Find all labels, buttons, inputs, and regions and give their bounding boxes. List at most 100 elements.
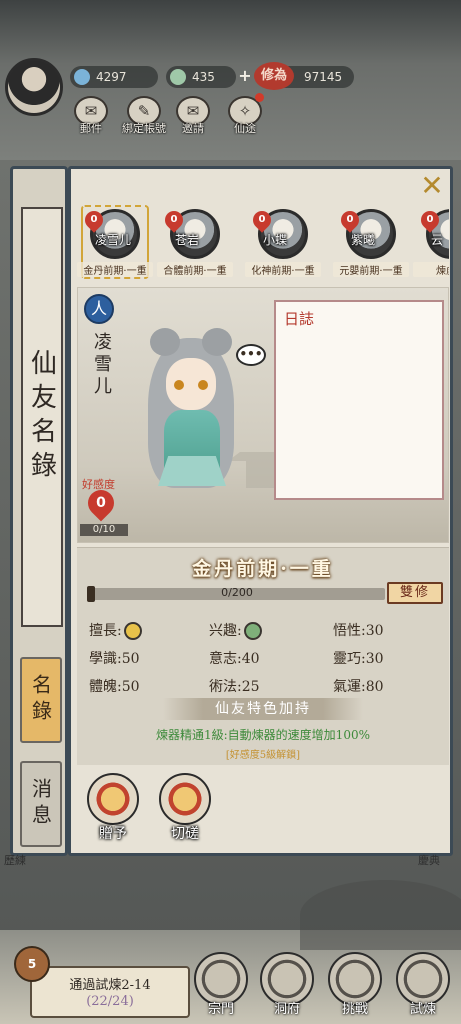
nav-cave-label: 洞府 [273,1002,300,1017]
stat-label: 兴趣: [209,623,242,639]
quest-tracker[interactable]: 通過試煉2-14 (22/24) [30,966,190,1018]
side-panel: 仙友名錄 名錄 消息 [10,166,68,856]
friend-realm: 元嬰前期·一重 [333,262,409,277]
quest-progress: (22/24) [86,994,134,1009]
cultivation-value: 97145 [304,70,343,84]
invite-label: 邀請 [182,122,204,135]
feature-lock-note: [好感度5級解鎖] [225,750,301,761]
nav-sect[interactable]: 宗門 [192,952,250,1022]
nav-challenge[interactable]: 挑戰 [326,952,384,1022]
player-avatar[interactable] [5,58,63,116]
stat-value: 40 [241,651,260,667]
character-name: 凌雪儿 [91,332,112,398]
experience-label[interactable]: 歷練 [4,852,26,868]
friend-item[interactable]: 0 小蝶 化神前期·一重 [245,207,321,281]
heart-icon: 0 [337,207,363,233]
friend-name: 云 [431,233,444,247]
heart-icon: 0 [161,207,187,233]
festival-label[interactable]: 慶典 [418,852,440,868]
friend-favor: 0 [426,214,434,225]
stat-value: 50 [121,679,140,695]
nav-cave[interactable]: 洞府 [258,952,316,1022]
quest-level: 5 [27,957,37,971]
stat-knowledge: 學識:50 [89,648,140,668]
stat-value: 25 [241,679,260,695]
spirit-stone-value: 4297 [96,70,127,84]
friend-favor: 0 [258,214,266,225]
favor-heart-icon: 0 [82,484,120,522]
friend-favor: 0 [90,214,98,225]
nav-sect-label: 宗門 [207,1002,234,1017]
stat-value: 80 [365,679,384,695]
specialty-icon[interactable] [123,622,142,640]
info-panel: 金丹前期·一重 0/200 雙修 擅長: 兴趣: 悟性:30 學識:50 意志:… [77,547,449,765]
notification-dot [255,93,264,102]
quest-title: 通過試煉2-14 [69,978,151,993]
friend-item[interactable]: 0 云 煉虛前 [413,207,449,281]
friend-realm: 金丹前期·一重 [77,262,153,277]
dual-cultivation-button[interactable]: 雙修 [387,582,443,604]
heart-icon: 0 [81,207,107,233]
character-stage: 人 凌雪儿 ••• 好感度 0 0/10 日誌 [77,287,449,543]
cultivation-badge: 修為 [254,62,294,90]
friend-favor: 0 [170,214,178,225]
nav-trial-label: 試煉 [409,1002,436,1017]
path-label: 仙途 [234,122,256,135]
race-badge: 人 [84,294,114,324]
stat-label: 意志: [209,651,242,667]
tab-messages[interactable]: 消息 [20,761,62,847]
character-hair [150,328,180,356]
stat-label: 體魄: [89,679,122,695]
diary-panel: 日誌 [274,300,444,500]
friend-item[interactable]: 0 苍岩 合體前期·一重 [157,207,233,281]
spirit-stone-counter: 4297 [70,66,158,88]
bind-account-label: 綁定帳號 [122,122,166,135]
panel-title: 仙友名錄 [21,207,63,627]
bind-account-button[interactable]: ✎ 綁定帳號 [120,96,168,136]
stat-specialty: 擅長: [89,620,142,640]
friend-realm: 煉虛前 [413,262,449,277]
spirit-stone-icon [74,69,90,85]
character-eye [174,380,184,390]
chat-bubble-icon[interactable]: ••• [236,344,266,366]
stat-dexterity: 靈巧:30 [333,648,384,668]
friend-name: 苍岩 [175,233,200,247]
stat-willpower: 意志:40 [209,648,260,668]
spar-button[interactable]: 切磋 [157,773,213,842]
diary-title: 日誌 [284,310,315,328]
favor-progress: 0/10 [80,524,128,536]
spar-label: 切磋 [171,826,199,842]
jade-icon [170,69,186,85]
mail-button[interactable]: ✉ 郵件 [72,96,110,136]
stat-value: 30 [365,623,384,639]
interest-icon[interactable] [243,622,262,640]
stat-interest: 兴趣: [209,620,262,640]
close-button[interactable]: ✕ [417,171,447,201]
stat-value: 50 [121,651,140,667]
stat-luck: 氣運:80 [333,676,384,696]
favor-value: 0 [96,495,106,511]
friend-item[interactable]: 0 凌雪儿 金丹前期·一重 [77,205,153,281]
friend-name: 凌雪儿 [95,233,132,247]
progress-text: 0/200 [221,586,253,599]
tab-directory[interactable]: 名錄 [20,657,62,743]
heart-icon: 0 [417,207,443,233]
stat-label: 術法: [209,679,242,695]
path-button[interactable]: ✧ 仙途 [226,96,264,136]
realm-title: 金丹前期·一重 [192,558,334,580]
character-skirt [158,456,226,486]
tab-directory-label: 名錄 [28,674,53,726]
friend-list: 0 凌雪儿 金丹前期·一重 0 苍岩 合體前期·一重 0 小蝶 化神前期·一重 … [77,201,449,285]
stat-physique: 體魄:50 [89,676,140,696]
gift-button[interactable]: 贈予 [85,773,141,842]
nav-trial[interactable]: 試煉 [394,952,452,1022]
character-portrait[interactable] [136,328,246,503]
friend-item[interactable]: 0 紫曦 元嬰前期·一重 [333,207,409,281]
friend-name: 紫曦 [351,233,376,247]
jade-counter: 435 [166,66,236,88]
invite-button[interactable]: ✉ 邀請 [174,96,212,136]
panel-title-text: 仙友名錄 [26,349,57,485]
stat-label: 學識: [89,651,122,667]
add-jade-button[interactable]: + [237,68,253,84]
background-mountain [300,880,461,950]
